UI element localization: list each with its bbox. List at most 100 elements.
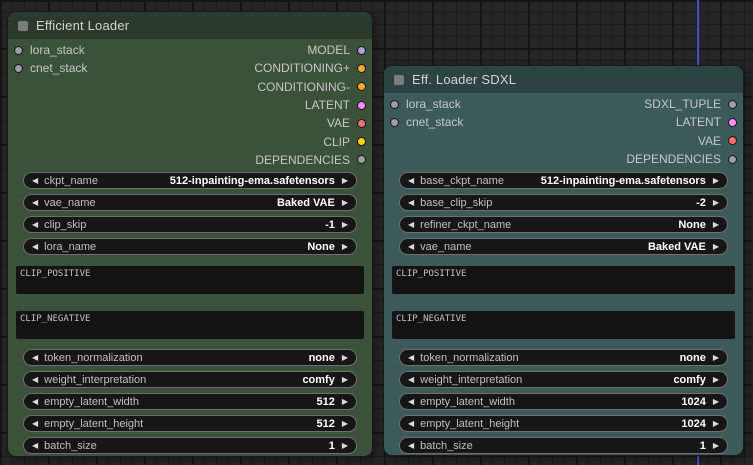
- widget-empty-latent-height[interactable]: ◀ empty_latent_height 512 ▶: [23, 415, 357, 432]
- graph-canvas[interactable]: Efficient Loader lora_stack cnet_stack M…: [0, 0, 753, 465]
- decrement-arrow-icon[interactable]: ◀: [408, 220, 414, 229]
- input-port-dot[interactable]: [14, 63, 23, 73]
- widget-value: 512-inpainting-ema.safetensors: [540, 174, 706, 187]
- increment-arrow-icon[interactable]: ▶: [713, 176, 719, 185]
- decrement-arrow-icon[interactable]: ◀: [408, 176, 414, 185]
- increment-arrow-icon[interactable]: ▶: [713, 242, 719, 251]
- decrement-arrow-icon[interactable]: ◀: [408, 441, 414, 450]
- increment-arrow-icon[interactable]: ▶: [713, 198, 719, 207]
- increment-arrow-icon[interactable]: ▶: [342, 242, 348, 251]
- decrement-arrow-icon[interactable]: ◀: [408, 198, 414, 207]
- slot-label: LATENT: [675, 115, 721, 130]
- node-eff-loader-sdxl[interactable]: Eff. Loader SDXL lora_stack cnet_stack S…: [383, 65, 744, 456]
- widget-vae-name[interactable]: ◀ vae_name Baked VAE ▶: [23, 194, 357, 211]
- slot-label: SDXL_TUPLE: [644, 97, 721, 112]
- widget-weight-interpretation[interactable]: ◀ weight_interpretation comfy ▶: [399, 371, 728, 388]
- increment-arrow-icon[interactable]: ▶: [342, 397, 348, 406]
- widget-lora-name[interactable]: ◀ lora_name None ▶: [23, 238, 357, 255]
- node-efficient-loader[interactable]: Efficient Loader lora_stack cnet_stack M…: [7, 11, 373, 457]
- decrement-arrow-icon[interactable]: ◀: [32, 397, 38, 406]
- slot-label: cnet_stack: [30, 61, 88, 76]
- increment-arrow-icon[interactable]: ▶: [342, 176, 348, 185]
- decrement-arrow-icon[interactable]: ◀: [32, 220, 38, 229]
- output-slot: DEPENDENCIES: [254, 151, 366, 169]
- slot-label: CLIP: [323, 134, 350, 149]
- widget-token-normalization[interactable]: ◀ token_normalization none ▶: [399, 349, 728, 366]
- clip-negative-textarea[interactable]: CLIP_NEGATIVE: [16, 311, 364, 339]
- output-port-dot[interactable]: [357, 82, 366, 92]
- decrement-arrow-icon[interactable]: ◀: [408, 375, 414, 384]
- slot-label: LATENT: [304, 98, 350, 113]
- widget-batch-size[interactable]: ◀ batch_size 1 ▶: [399, 437, 728, 454]
- increment-arrow-icon[interactable]: ▶: [342, 353, 348, 362]
- widget-batch-size[interactable]: ◀ batch_size 1 ▶: [23, 437, 357, 454]
- node-titlebar[interactable]: Efficient Loader: [8, 12, 372, 39]
- increment-arrow-icon[interactable]: ▶: [342, 220, 348, 229]
- input-port-dot[interactable]: [14, 45, 23, 55]
- decrement-arrow-icon[interactable]: ◀: [32, 441, 38, 450]
- collapse-box-icon[interactable]: [394, 74, 404, 85]
- widget-value: 1: [699, 439, 706, 452]
- widget-empty-latent-height[interactable]: ◀ empty_latent_height 1024 ▶: [399, 415, 728, 432]
- decrement-arrow-icon[interactable]: ◀: [32, 198, 38, 207]
- increment-arrow-icon[interactable]: ▶: [713, 220, 719, 229]
- input-port-dot[interactable]: [390, 99, 399, 109]
- output-port-dot[interactable]: [728, 136, 737, 146]
- widget-value: Baked VAE: [647, 240, 706, 253]
- increment-arrow-icon[interactable]: ▶: [713, 419, 719, 428]
- increment-arrow-icon[interactable]: ▶: [342, 419, 348, 428]
- output-port-dot[interactable]: [357, 100, 366, 110]
- output-slot: MODEL: [254, 41, 366, 59]
- slot-label: CONDITIONING-: [257, 79, 350, 94]
- decrement-arrow-icon[interactable]: ◀: [408, 353, 414, 362]
- widget-label: token_normalization: [44, 351, 143, 364]
- input-slots: lora_stack cnet_stack: [390, 95, 463, 132]
- clip-positive-textarea[interactable]: CLIP_POSITIVE: [392, 266, 735, 294]
- widget-label: empty_latent_height: [420, 417, 520, 430]
- output-port-dot[interactable]: [357, 118, 366, 128]
- decrement-arrow-icon[interactable]: ◀: [408, 397, 414, 406]
- output-port-dot[interactable]: [357, 45, 366, 55]
- increment-arrow-icon[interactable]: ▶: [713, 441, 719, 450]
- increment-arrow-icon[interactable]: ▶: [713, 353, 719, 362]
- output-port-dot[interactable]: [728, 117, 737, 127]
- increment-arrow-icon[interactable]: ▶: [713, 397, 719, 406]
- widget-token-normalization[interactable]: ◀ token_normalization none ▶: [23, 349, 357, 366]
- increment-arrow-icon[interactable]: ▶: [713, 375, 719, 384]
- widget-empty-latent-width[interactable]: ◀ empty_latent_width 512 ▶: [23, 393, 357, 410]
- widget-ckpt-name[interactable]: ◀ ckpt_name 512-inpainting-ema.safetenso…: [23, 172, 357, 189]
- input-port-dot[interactable]: [390, 117, 399, 127]
- widget-value: -1: [325, 218, 335, 231]
- output-port-dot[interactable]: [357, 137, 366, 147]
- widget-base-ckpt-name[interactable]: ◀ base_ckpt_name 512-inpainting-ema.safe…: [399, 172, 728, 189]
- clip-positive-textarea[interactable]: CLIP_POSITIVE: [16, 266, 364, 294]
- output-slot: CONDITIONING-: [254, 78, 366, 96]
- widget-weight-interpretation[interactable]: ◀ weight_interpretation comfy ▶: [23, 371, 357, 388]
- widget-value: 512-inpainting-ema.safetensors: [169, 174, 335, 187]
- widget-clip-skip[interactable]: ◀ clip_skip -1 ▶: [23, 216, 357, 233]
- increment-arrow-icon[interactable]: ▶: [342, 198, 348, 207]
- decrement-arrow-icon[interactable]: ◀: [408, 242, 414, 251]
- decrement-arrow-icon[interactable]: ◀: [32, 419, 38, 428]
- increment-arrow-icon[interactable]: ▶: [342, 375, 348, 384]
- output-port-dot[interactable]: [728, 99, 737, 109]
- slot-label: cnet_stack: [406, 115, 464, 130]
- node-titlebar[interactable]: Eff. Loader SDXL: [384, 66, 743, 93]
- widget-label: base_clip_skip: [420, 196, 493, 209]
- output-slot: CLIP: [254, 132, 366, 150]
- decrement-arrow-icon[interactable]: ◀: [408, 419, 414, 428]
- widget-empty-latent-width[interactable]: ◀ empty_latent_width 1024 ▶: [399, 393, 728, 410]
- clip-negative-textarea[interactable]: CLIP_NEGATIVE: [392, 311, 735, 339]
- output-port-dot[interactable]: [357, 155, 366, 165]
- widget-refiner-ckpt-name[interactable]: ◀ refiner_ckpt_name None ▶: [399, 216, 728, 233]
- decrement-arrow-icon[interactable]: ◀: [32, 242, 38, 251]
- decrement-arrow-icon[interactable]: ◀: [32, 353, 38, 362]
- decrement-arrow-icon[interactable]: ◀: [32, 176, 38, 185]
- increment-arrow-icon[interactable]: ▶: [342, 441, 348, 450]
- output-port-dot[interactable]: [728, 154, 737, 164]
- widget-base-clip-skip[interactable]: ◀ base_clip_skip -2 ▶: [399, 194, 728, 211]
- widget-vae-name[interactable]: ◀ vae_name Baked VAE ▶: [399, 238, 728, 255]
- collapse-box-icon[interactable]: [18, 20, 28, 31]
- decrement-arrow-icon[interactable]: ◀: [32, 375, 38, 384]
- output-port-dot[interactable]: [357, 63, 366, 73]
